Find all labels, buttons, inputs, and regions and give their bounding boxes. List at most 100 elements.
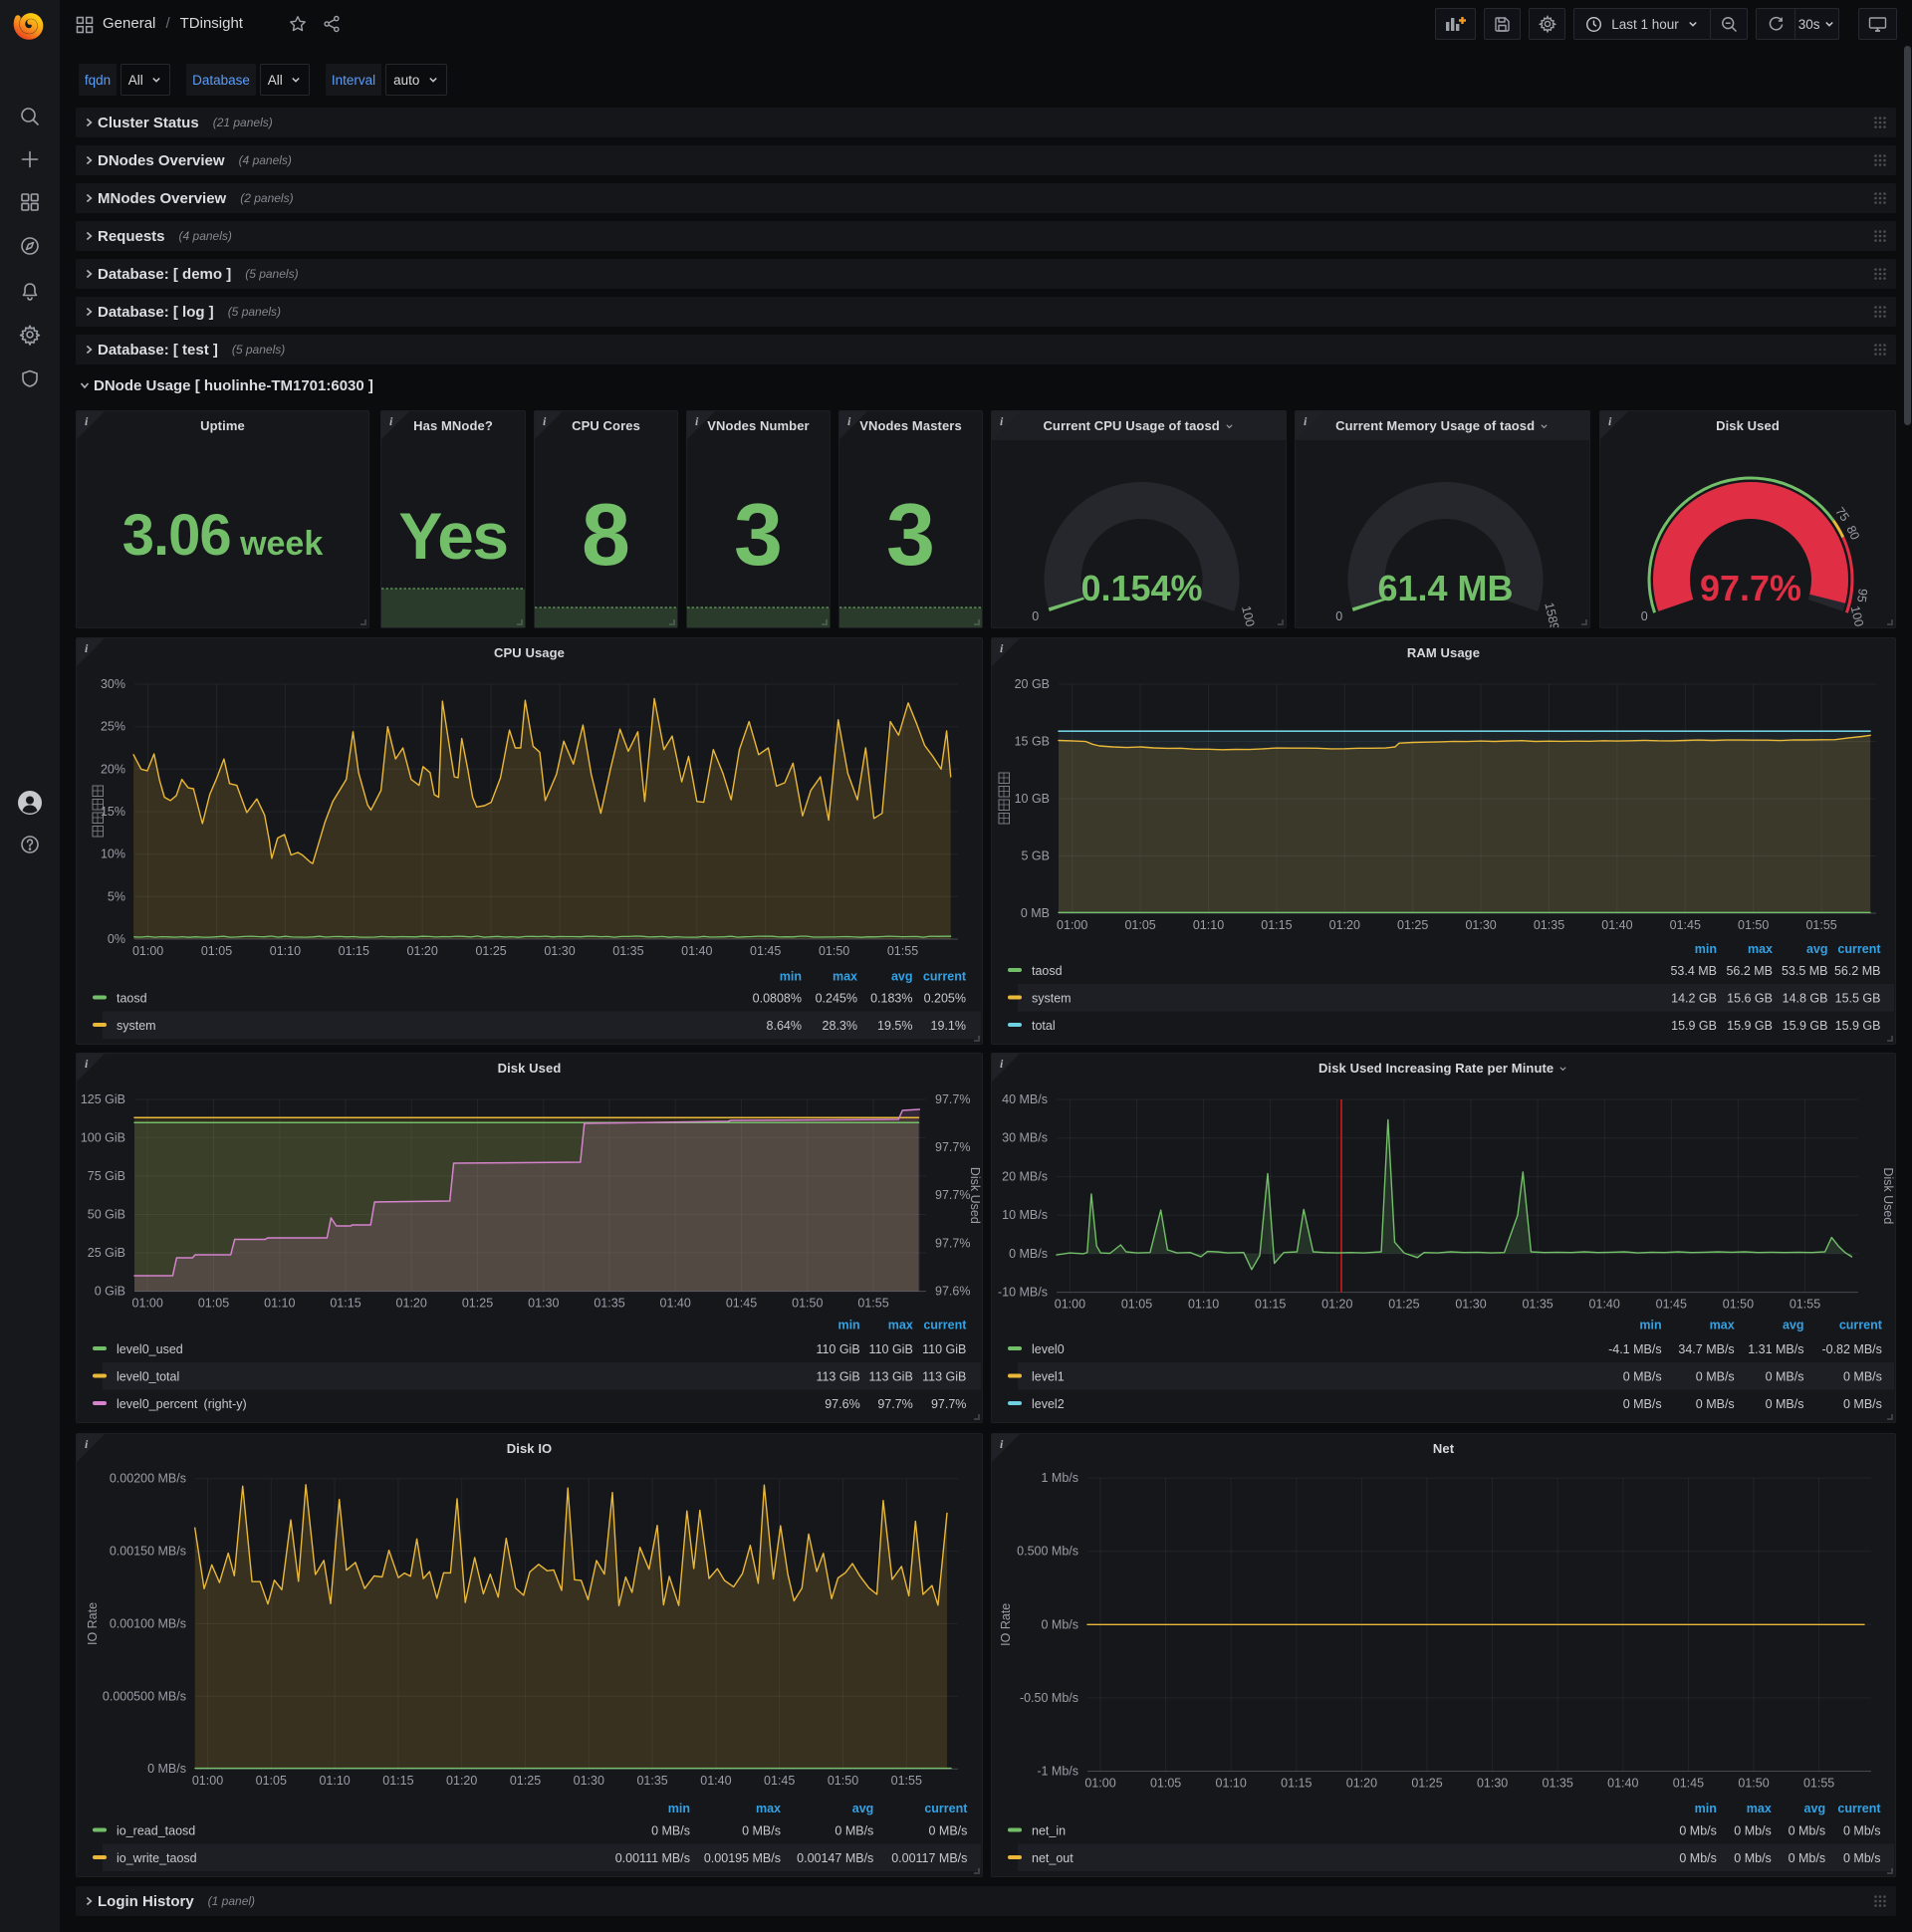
svg-text:01:00: 01:00 (192, 1774, 223, 1788)
svg-text:01:05: 01:05 (1124, 918, 1155, 932)
svg-text:15.9 GB: 15.9 GB (1783, 1019, 1828, 1033)
svg-text:01:55: 01:55 (887, 944, 918, 958)
svg-text:01:05: 01:05 (1121, 1298, 1152, 1312)
svg-text:100 GiB: 100 GiB (81, 1130, 125, 1144)
svg-text:75 GiB: 75 GiB (88, 1169, 125, 1183)
svg-text:01:50: 01:50 (828, 1774, 858, 1788)
svg-text:01:20: 01:20 (446, 1774, 477, 1788)
svg-text:0: 0 (1335, 609, 1342, 623)
svg-text:0 MB/s: 0 MB/s (147, 1762, 186, 1776)
svg-text:current: current (924, 1802, 968, 1815)
svg-text:10%: 10% (101, 847, 125, 861)
svg-text:15.9 GB: 15.9 GB (1671, 1019, 1717, 1033)
svg-text:25%: 25% (101, 720, 125, 734)
svg-text:110 GiB: 110 GiB (816, 1342, 859, 1356)
svg-text:0 MB/s: 0 MB/s (1843, 1370, 1882, 1384)
svg-text:01:25: 01:25 (1388, 1298, 1419, 1312)
svg-text:01:15: 01:15 (382, 1774, 413, 1788)
svg-text:01:15: 01:15 (1281, 1777, 1312, 1791)
svg-text:Disk Used: Disk Used (1881, 1167, 1895, 1224)
svg-text:15.9 GB: 15.9 GB (1835, 1019, 1881, 1033)
svg-text:01:50: 01:50 (1738, 1777, 1769, 1791)
svg-text:01:45: 01:45 (1673, 1777, 1704, 1791)
svg-text:min: min (837, 1319, 859, 1332)
svg-text:0.00147 MB/s: 0.00147 MB/s (797, 1851, 873, 1865)
svg-text:avg: avg (1783, 1319, 1804, 1332)
svg-text:01:40: 01:40 (1589, 1298, 1620, 1312)
svg-text:0.245%: 0.245% (816, 992, 857, 1006)
svg-text:0 MB/s: 0 MB/s (1009, 1247, 1048, 1261)
svg-text:56.2 MB: 56.2 MB (1726, 964, 1773, 978)
svg-text:avg: avg (891, 970, 913, 984)
svg-text:current: current (923, 1319, 967, 1332)
svg-text:IO Rate: IO Rate (999, 1603, 1013, 1646)
svg-text:01:25: 01:25 (1397, 918, 1428, 932)
svg-text:01:35: 01:35 (636, 1774, 667, 1788)
svg-text:01:50: 01:50 (792, 1297, 823, 1311)
svg-text:-1 Mb/s: -1 Mb/s (1037, 1765, 1078, 1779)
svg-text:max: max (833, 970, 857, 984)
svg-text:01:10: 01:10 (264, 1297, 295, 1311)
svg-text:01:20: 01:20 (396, 1297, 427, 1311)
svg-text:0 MB/s: 0 MB/s (1696, 1397, 1735, 1411)
svg-text:8.64%: 8.64% (767, 1019, 802, 1033)
svg-text:01:10: 01:10 (1193, 918, 1224, 932)
svg-text:100: 100 (1848, 604, 1866, 627)
svg-text:01:15: 01:15 (339, 944, 369, 958)
svg-text:97.7%: 97.7% (935, 1188, 970, 1202)
svg-text:01:40: 01:40 (1601, 918, 1632, 932)
svg-text:01:45: 01:45 (1656, 1298, 1687, 1312)
svg-text:61.4 MB: 61.4 MB (1377, 568, 1513, 608)
svg-text:0 MB/s: 0 MB/s (742, 1824, 781, 1838)
svg-text:0.500 Mb/s: 0.500 Mb/s (1017, 1545, 1078, 1559)
svg-text:95: 95 (1854, 588, 1870, 604)
svg-text:-0.50 Mb/s: -0.50 Mb/s (1020, 1691, 1078, 1705)
svg-text:01:10: 01:10 (1216, 1777, 1247, 1791)
svg-text:01:25: 01:25 (1411, 1777, 1442, 1791)
svg-text:IO Rate: IO Rate (86, 1602, 100, 1645)
svg-text:97.7%: 97.7% (1700, 568, 1801, 608)
svg-text:min: min (1695, 1802, 1717, 1815)
svg-text:01:20: 01:20 (407, 944, 438, 958)
svg-text:20%: 20% (101, 762, 125, 776)
svg-text:01:40: 01:40 (660, 1297, 691, 1311)
svg-text:system: system (117, 1019, 156, 1033)
svg-text:max: max (1710, 1319, 1735, 1332)
svg-text:0.00117 MB/s: 0.00117 MB/s (891, 1851, 967, 1865)
svg-text:io_read_taosd: io_read_taosd (117, 1824, 195, 1838)
svg-text:01:35: 01:35 (1534, 918, 1564, 932)
svg-text:01:55: 01:55 (1803, 1777, 1834, 1791)
svg-text:01:15: 01:15 (1255, 1298, 1286, 1312)
svg-text:113 GiB: 113 GiB (922, 1370, 966, 1384)
svg-text:25 GiB: 25 GiB (88, 1246, 125, 1260)
svg-text:01:35: 01:35 (1543, 1777, 1573, 1791)
svg-text:97.7%: 97.7% (935, 1237, 970, 1251)
svg-text:01:35: 01:35 (594, 1297, 624, 1311)
svg-text:0 MB/s: 0 MB/s (1623, 1397, 1662, 1411)
svg-text:5 GB: 5 GB (1022, 849, 1051, 863)
svg-text:0 MB/s: 0 MB/s (1623, 1370, 1662, 1384)
svg-text:level2: level2 (1032, 1397, 1065, 1411)
svg-text:01:10: 01:10 (270, 944, 301, 958)
svg-text:0.00200 MB/s: 0.00200 MB/s (110, 1472, 186, 1486)
svg-text:30%: 30% (101, 677, 125, 691)
svg-text:0.00150 MB/s: 0.00150 MB/s (110, 1545, 186, 1559)
svg-text:01:30: 01:30 (528, 1297, 559, 1311)
svg-text:1.31 MB/s: 1.31 MB/s (1748, 1342, 1803, 1356)
svg-text:0: 0 (1641, 609, 1648, 623)
svg-text:15.9 GB: 15.9 GB (1727, 1019, 1773, 1033)
svg-text:80: 80 (1843, 524, 1862, 543)
svg-text:level0_total: level0_total (117, 1370, 179, 1384)
svg-text:01:00: 01:00 (1084, 1777, 1115, 1791)
svg-text:53.5 MB: 53.5 MB (1782, 964, 1828, 978)
svg-text:current: current (923, 970, 967, 984)
svg-text:0.00111 MB/s: 0.00111 MB/s (615, 1851, 690, 1865)
svg-text:0 MB/s: 0 MB/s (1843, 1397, 1882, 1411)
svg-text:01:05: 01:05 (198, 1297, 229, 1311)
svg-text:19.5%: 19.5% (877, 1019, 912, 1033)
svg-text:01:25: 01:25 (462, 1297, 493, 1311)
svg-text:01:00: 01:00 (132, 944, 163, 958)
svg-text:01:45: 01:45 (764, 1774, 795, 1788)
svg-text:01:30: 01:30 (1465, 918, 1496, 932)
svg-text:100: 100 (1239, 604, 1257, 627)
